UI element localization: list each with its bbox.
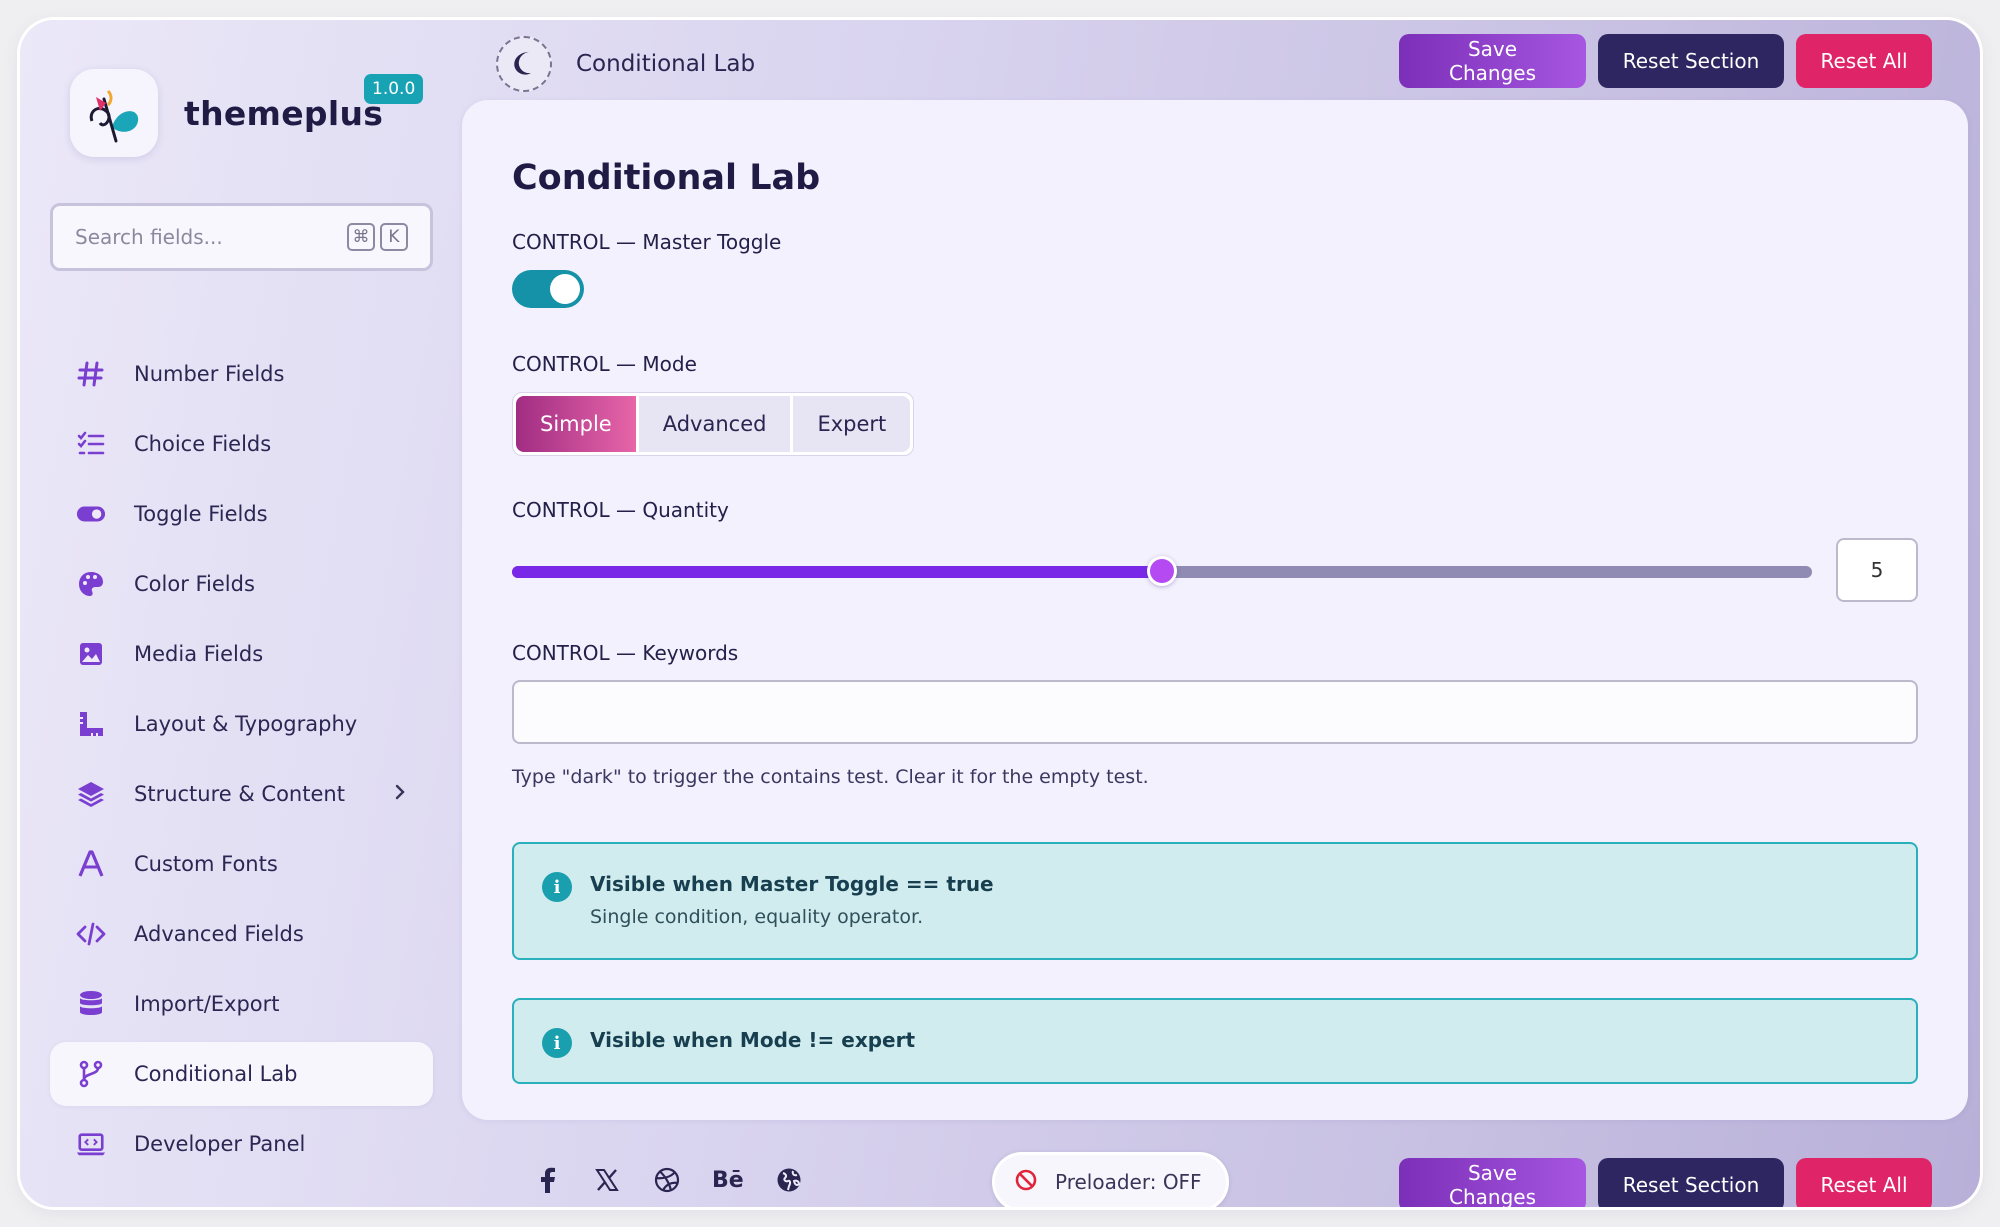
dribbble-icon[interactable] [652,1165,682,1195]
quantity-value-input[interactable]: 5 [1836,538,1918,602]
sidebar-item-label: Import/Export [134,992,280,1016]
ruler-icon [76,709,106,739]
sidebar-item-label: Color Fields [134,572,255,596]
social-links: Bē [532,1165,804,1195]
sidebar-item-custom-fonts[interactable]: Custom Fonts [50,832,433,896]
moon-icon [510,49,538,80]
k-key: K [380,223,408,251]
sidebar-item-choice-fields[interactable]: Choice Fields [50,412,433,476]
keywords-help-text: Type "dark" to trigger the contains test… [512,766,1149,788]
code-icon [76,919,106,949]
sidebar-item-structure-content[interactable]: Structure & Content [50,762,433,826]
behance-icon[interactable]: Bē [712,1165,744,1195]
search-input[interactable] [75,225,347,249]
database-icon [76,989,106,1019]
footer-save-changes-button[interactable]: Save Changes [1399,1158,1586,1207]
slider-thumb[interactable] [1147,556,1177,586]
sidebar-item-number-fields[interactable]: Number Fields [50,342,433,406]
footer-actions: Save Changes Reset Section Reset All [1399,1158,1932,1207]
main-panel: Conditional Lab CONTROL — Master Toggle … [462,100,1968,1120]
search-shortcut: ⌘ K [347,223,408,251]
sidebar: themeplus 1.0.0 ⌘ K Number Fields Choice… [20,20,460,1207]
laptop-code-icon [76,1129,106,1159]
notice-mode: i Visible when Mode != expert [512,998,1918,1084]
preloader-toggle-button[interactable]: Preloader: OFF [992,1152,1229,1207]
mode-segmented-control: Simple Advanced Expert [512,392,915,456]
sidebar-item-label: Developer Panel [134,1132,306,1156]
keywords-label: CONTROL — Keywords [512,641,739,665]
app-window: themeplus 1.0.0 ⌘ K Number Fields Choice… [20,20,1980,1207]
notice-title: Visible when Mode != expert [590,1028,916,1052]
sidebar-item-label: Advanced Fields [134,922,304,946]
sidebar-item-color-fields[interactable]: Color Fields [50,552,433,616]
sidebar-item-label: Custom Fonts [134,852,278,876]
sidebar-item-label: Layout & Typography [134,712,358,736]
footer: Bē Preloader: OFF Save Changes Reset Sec… [460,1120,1980,1207]
master-toggle-label: CONTROL — Master Toggle [512,230,782,254]
footer-reset-section-button[interactable]: Reset Section [1598,1158,1784,1207]
save-changes-button[interactable]: Save Changes [1399,34,1586,88]
page-title: Conditional Lab [512,158,821,198]
x-icon[interactable] [592,1165,622,1195]
reset-section-button[interactable]: Reset Section [1598,34,1784,88]
checklist-icon [76,429,106,459]
slider-fill [512,566,1162,578]
notice-title: Visible when Master Toggle == true [590,872,994,896]
toggle-icon [76,499,106,529]
sidebar-item-layout-typography[interactable]: Layout & Typography [50,692,433,756]
facebook-icon[interactable] [532,1165,562,1195]
mode-option-advanced[interactable]: Advanced [638,396,791,452]
sidebar-item-label: Structure & Content [134,782,345,806]
master-toggle[interactable] [512,270,584,308]
header-actions: Save Changes Reset Section Reset All [1399,34,1932,88]
info-icon: i [542,872,572,902]
brand-logo-icon[interactable] [70,69,158,157]
prohibited-icon [1015,1169,1037,1196]
quantity-label: CONTROL — Quantity [512,498,729,522]
quantity-slider[interactable] [512,556,1812,586]
sidebar-nav: Number Fields Choice Fields Toggle Field… [50,342,433,1182]
sidebar-item-advanced-fields[interactable]: Advanced Fields [50,902,433,966]
header-title: Conditional Lab [576,51,756,77]
footer-reset-all-button[interactable]: Reset All [1796,1158,1932,1207]
chevron-right-icon [393,783,407,805]
sidebar-item-label: Media Fields [134,642,264,666]
notice-master-toggle: i Visible when Master Toggle == true Sin… [512,842,1918,960]
palette-icon [76,569,106,599]
command-key-icon: ⌘ [347,223,375,251]
brand-name: themeplus [184,93,384,133]
font-icon [76,849,106,879]
toggle-knob [550,274,580,304]
sidebar-item-media-fields[interactable]: Media Fields [50,622,433,686]
mode-option-expert[interactable]: Expert [793,396,911,452]
globe-icon[interactable] [774,1165,804,1195]
image-icon [76,639,106,669]
branch-icon [76,1059,106,1089]
sidebar-item-toggle-fields[interactable]: Toggle Fields [50,482,433,546]
brand: themeplus [70,68,383,158]
sidebar-item-developer-panel[interactable]: Developer Panel [50,1112,433,1176]
search-field: ⌘ K [50,203,433,271]
keywords-input[interactable] [512,680,1918,744]
mode-option-simple[interactable]: Simple [516,396,636,452]
preloader-label: Preloader: OFF [1055,1170,1202,1194]
sidebar-item-import-export[interactable]: Import/Export [50,972,433,1036]
mode-label: CONTROL — Mode [512,352,697,376]
version-badge: 1.0.0 [364,74,424,104]
reset-all-button[interactable]: Reset All [1796,34,1932,88]
layers-icon [76,779,106,809]
notice-text: Single condition, equality operator. [590,906,924,928]
sidebar-item-conditional-lab[interactable]: Conditional Lab [50,1042,433,1106]
sidebar-item-label: Choice Fields [134,432,272,456]
sidebar-item-label: Conditional Lab [134,1062,298,1086]
info-icon: i [542,1028,572,1058]
sidebar-item-label: Toggle Fields [134,502,268,526]
hash-icon [76,359,106,389]
sidebar-item-label: Number Fields [134,362,285,386]
theme-toggle-button[interactable] [496,36,552,92]
